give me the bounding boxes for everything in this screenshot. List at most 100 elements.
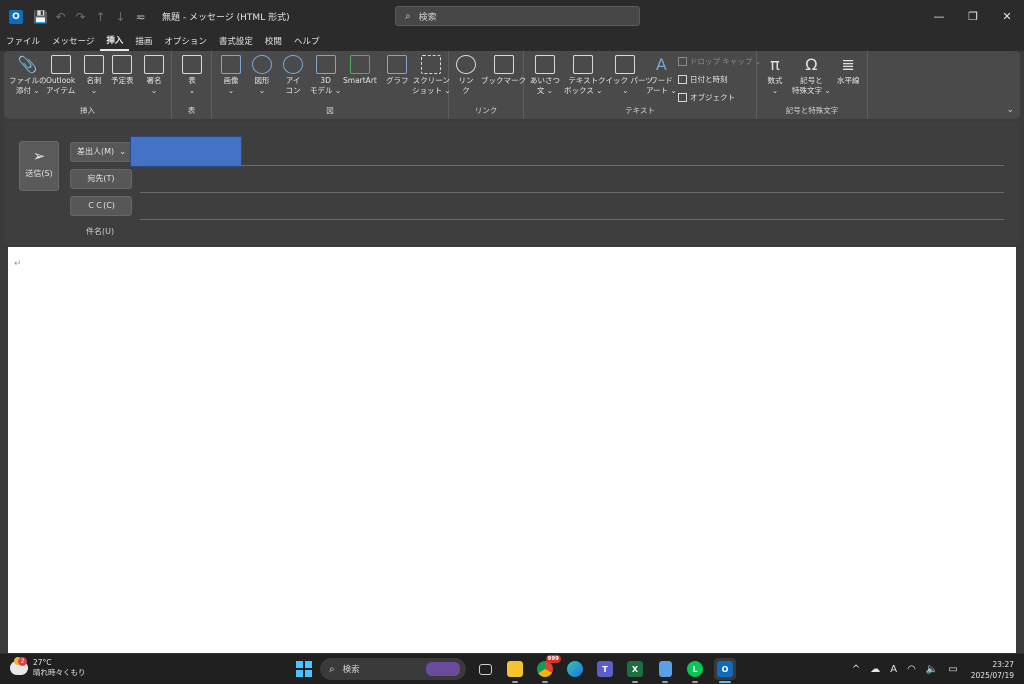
calendar-button[interactable]: 予定表 xyxy=(111,55,134,86)
close-button[interactable]: ✕ xyxy=(990,0,1024,33)
volume-icon[interactable]: 🔈 xyxy=(926,664,938,675)
tab-format-text[interactable]: 書式設定 xyxy=(213,33,259,51)
group-label-illustrations: 図 xyxy=(326,106,334,115)
cc-field-input[interactable] xyxy=(140,219,1004,220)
quick-parts-icon xyxy=(615,55,636,74)
onedrive-icon[interactable]: ☁ xyxy=(870,664,880,675)
tab-insert[interactable]: 挿入 xyxy=(100,33,130,51)
bookmark-button[interactable]: ブックマーク xyxy=(481,55,526,86)
taskbar-teams[interactable]: T xyxy=(594,658,616,680)
table-button[interactable]: 表 ⌄ xyxy=(182,55,202,95)
taskbar-edge[interactable] xyxy=(564,658,586,680)
equation-label-1: 数式 xyxy=(767,76,783,85)
previous-item-icon[interactable]: ↑ xyxy=(93,10,108,24)
object-icon xyxy=(678,93,687,102)
drop-cap-button[interactable]: ドロップ キャップ ⌄ xyxy=(678,56,761,67)
signature-button[interactable]: 署名 ⌄ xyxy=(144,55,164,95)
group-label-symbols: 記号と特殊文字 xyxy=(785,106,839,115)
tab-message[interactable]: メッセージ xyxy=(46,33,100,51)
tab-options[interactable]: オプション xyxy=(158,33,213,51)
save-icon[interactable]: 💾 xyxy=(33,10,48,24)
wordart-label-1: ワード xyxy=(650,76,673,85)
ribbon-collapse-icon[interactable]: ⌄ xyxy=(1006,105,1014,115)
text-box-button[interactable]: テキスト ボックス ⌄ xyxy=(564,55,602,95)
taskbar-file-explorer[interactable] xyxy=(504,658,526,683)
outlook-item-label-1: Outlook xyxy=(46,76,76,85)
3d-models-button[interactable]: 3D モデル ⌄ xyxy=(310,55,341,95)
running-indicator xyxy=(662,681,668,683)
chart-button[interactable]: グラフ xyxy=(386,55,409,86)
wifi-icon[interactable]: ◠ xyxy=(907,664,916,675)
pictures-button[interactable]: 画像 ⌄ xyxy=(221,55,241,95)
business-card-label-1: 名刺 xyxy=(86,76,102,85)
tab-help[interactable]: ヘルプ xyxy=(288,33,326,51)
calendar-label: 予定表 xyxy=(111,76,134,85)
icons-button[interactable]: アイ コン xyxy=(283,55,303,95)
to-field-input[interactable] xyxy=(140,192,1004,193)
taskbar-excel[interactable]: X xyxy=(624,658,646,683)
wordart-icon: A xyxy=(655,55,667,74)
outlook-item-button[interactable]: Outlook アイテム xyxy=(46,55,75,95)
business-card-button[interactable]: 名刺 ⌄ xyxy=(84,55,104,95)
taskbar-notepad[interactable] xyxy=(654,658,676,683)
task-view-button[interactable] xyxy=(474,658,496,680)
ribbon-tabs: ファイル メッセージ 挿入 描画 オプション 書式設定 校閲 ヘルプ xyxy=(0,33,1024,51)
from-account-field[interactable] xyxy=(130,136,242,167)
start-button[interactable] xyxy=(296,661,312,677)
taskbar-search[interactable]: ⌕ 検索 xyxy=(320,658,466,680)
link-button[interactable]: リン ク xyxy=(456,55,476,95)
tab-review[interactable]: 校閲 xyxy=(259,33,288,51)
wordart-button[interactable]: A ワード アート ⌄ xyxy=(646,55,677,95)
icons-label-1: アイ xyxy=(285,76,301,85)
shapes-button[interactable]: 図形 ⌄ xyxy=(252,55,272,95)
tab-draw[interactable]: 描画 xyxy=(129,33,158,51)
send-button[interactable]: ➢ 送信(S) xyxy=(19,141,59,191)
quick-parts-button[interactable]: クイック パーツ ⌄ xyxy=(598,55,653,95)
date-time-button[interactable]: 日付と時刻 xyxy=(678,74,728,85)
symbol-button[interactable]: Ω 記号と 特殊文字 ⌄ xyxy=(792,55,831,95)
teams-icon: T xyxy=(597,661,613,677)
from-field-divider xyxy=(140,165,1004,166)
clock[interactable]: 23:27 2025/07/19 xyxy=(971,659,1014,681)
taskbar-line[interactable]: L xyxy=(684,658,706,683)
message-body-editor[interactable]: ↵ xyxy=(8,247,1016,653)
taskbar-chrome[interactable]: 999 xyxy=(534,655,561,683)
bookmark-label: ブックマーク xyxy=(481,76,526,85)
outlook-icon: O xyxy=(717,661,733,677)
equation-button[interactable]: π 数式 ⌄ xyxy=(765,55,785,95)
redo-icon[interactable]: ↷ xyxy=(73,10,88,24)
title-search-box[interactable]: ⌕ 検索 xyxy=(395,6,640,26)
object-button[interactable]: オブジェクト xyxy=(678,92,735,103)
horizontal-line-label: 水平線 xyxy=(837,76,860,85)
ime-icon[interactable]: A xyxy=(890,664,897,675)
horizontal-line-button[interactable]: ≣ 水平線 xyxy=(837,55,860,86)
minimize-button[interactable]: — xyxy=(922,0,956,33)
restore-button[interactable]: ❐ xyxy=(956,0,990,33)
attach-file-button[interactable]: 📎 ファイルの 添付 ⌄ xyxy=(9,55,47,95)
screenshot-button[interactable]: スクリーン ショット ⌄ xyxy=(412,55,451,95)
weather-widget[interactable]: 2 27°C 晴れ時々くもり xyxy=(10,657,86,678)
wordart-label-2: アート ⌄ xyxy=(646,85,677,95)
greeting-button[interactable]: あいさつ 文 ⌄ xyxy=(530,55,560,95)
undo-icon[interactable]: ↶ xyxy=(53,10,68,24)
3d-models-label-1: 3D xyxy=(320,76,331,85)
to-button[interactable]: 宛先(T) xyxy=(70,169,132,189)
search-icon: ⌕ xyxy=(405,10,411,22)
from-button[interactable]: 差出人(M) ⌄ xyxy=(70,142,132,162)
next-item-icon[interactable]: ↓ xyxy=(113,10,128,24)
shapes-label-2: ⌄ xyxy=(258,85,266,95)
show-hidden-icons[interactable]: ^ xyxy=(852,664,860,675)
cc-button[interactable]: ＣＣ(C) xyxy=(70,196,132,216)
text-box-icon xyxy=(573,55,594,74)
outlook-app-icon[interactable]: O xyxy=(9,9,23,24)
smartart-button[interactable]: SmartArt xyxy=(343,55,377,86)
tab-file[interactable]: ファイル xyxy=(0,33,46,51)
battery-icon[interactable]: ▭ xyxy=(948,664,957,675)
link-label-1: リン xyxy=(458,76,474,85)
taskbar-outlook[interactable]: O xyxy=(714,658,736,683)
customize-qat-icon[interactable]: ≂ xyxy=(133,10,148,24)
notepad-icon xyxy=(658,661,672,677)
ribbon-group-illustrations: 画像 ⌄ 図形 ⌄ アイ コン 3D モデル ⌄ SmartArt グラフ スク… xyxy=(212,51,451,119)
title-search-label: 検索 xyxy=(418,12,437,23)
cube-icon xyxy=(315,55,336,74)
